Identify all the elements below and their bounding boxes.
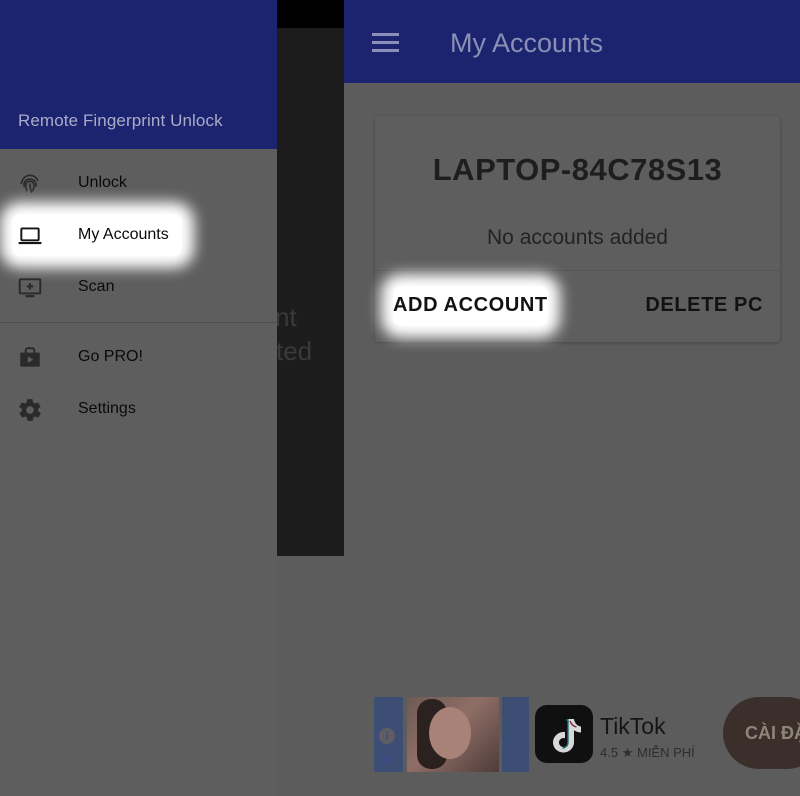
play-store-icon <box>20 347 40 367</box>
fragment-text-1: nt <box>277 302 297 332</box>
page-title: My Accounts <box>450 28 604 58</box>
fingerprint-icon <box>20 174 39 193</box>
info-icon[interactable]: i <box>378 727 396 745</box>
drawer-header: Remote Fingerprint Unlock <box>0 0 277 149</box>
ad-image-edge <box>502 697 529 772</box>
app-bar: My Accounts <box>344 0 800 83</box>
card-divider <box>375 270 780 271</box>
status-bar-fragment <box>277 0 344 28</box>
ad-app-name: TikTok <box>600 713 666 739</box>
navigation-drawer: Remote Fingerprint Unlock Unlock My Acco… <box>0 0 277 796</box>
ad-install-button[interactable]: CÀI ĐẶT <box>723 697 800 769</box>
ad-price: MIỄN PHÍ <box>636 745 695 760</box>
ad-rating-value: 4.5 <box>600 745 619 760</box>
pc-name: LAPTOP-84C78S13 <box>432 152 723 187</box>
ad-photo <box>407 697 499 772</box>
nav-label-my-accounts: My Accounts <box>78 226 169 243</box>
star-icon: ★ <box>621 745 634 760</box>
nav-label-unlock: Unlock <box>78 174 127 191</box>
nav-item-settings[interactable]: Settings <box>0 384 277 436</box>
ad-install-label: CÀI ĐẶT <box>745 723 800 743</box>
fragment-text-2: ted <box>277 336 313 366</box>
empty-accounts-message: No accounts added <box>487 226 668 249</box>
nav-item-my-accounts[interactable]: My Accounts <box>0 210 277 262</box>
nav-label-settings: Settings <box>78 400 136 417</box>
gear-icon <box>19 399 41 421</box>
nav-item-go-pro[interactable]: Go PRO! <box>0 332 277 384</box>
hamburger-menu-icon[interactable] <box>372 33 399 52</box>
close-icon[interactable]: ✕ <box>378 750 396 768</box>
drawer-app-name: Remote Fingerprint Unlock <box>18 111 223 130</box>
pc-card: LAPTOP-84C78S13 No accounts added ADD AC… <box>375 116 780 342</box>
nav-label-go-pro: Go PRO! <box>78 348 143 365</box>
tiktok-logo-icon <box>535 705 593 763</box>
laptop-icon <box>18 227 42 245</box>
nav-item-scan[interactable]: Scan <box>0 262 277 314</box>
nav-label-scan: Scan <box>78 278 115 295</box>
main-panel: My Accounts LAPTOP-84C78S13 No accounts … <box>344 0 800 796</box>
ad-banner[interactable]: i ✕ TikTok 4.5 ★ MIỄN PHÍ CÀI ĐẶT <box>374 697 800 772</box>
add-account-button[interactable]: ADD ACCOUNT <box>393 294 548 317</box>
add-to-screen-icon <box>18 278 42 298</box>
ad-rating: 4.5 ★ MIỄN PHÍ <box>600 745 695 761</box>
drawer-divider <box>0 322 277 323</box>
background-screen-fragment: nt ted <box>277 0 344 556</box>
nav-item-unlock[interactable]: Unlock <box>0 158 277 210</box>
delete-pc-button[interactable]: DELETE PC <box>645 294 763 317</box>
